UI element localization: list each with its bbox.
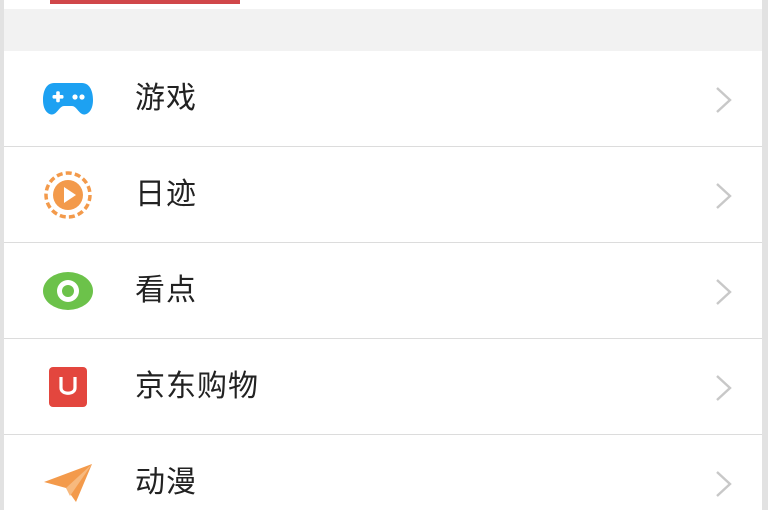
- menu-item-daily-trace[interactable]: 日迹: [4, 147, 762, 243]
- chevron-right-icon: [716, 183, 732, 209]
- menu-item-label: 游戏: [135, 81, 197, 116]
- right-edge: [762, 0, 768, 510]
- menu-item-label: 日迹: [135, 177, 197, 212]
- menu-item-label: 看点: [135, 273, 197, 308]
- chevron-right-icon: [716, 471, 732, 497]
- paper-plane-icon: [42, 459, 94, 507]
- menu-item-label: 京东购物: [135, 369, 259, 404]
- section-gap: [4, 9, 762, 51]
- jd-shopping-bag-icon: [42, 363, 94, 411]
- chevron-right-icon: [716, 87, 732, 113]
- feature-menu: 游戏 日迹 看点 京东购物 动漫: [4, 51, 762, 510]
- menu-item-highlights[interactable]: 看点: [4, 243, 762, 339]
- menu-item-jd-shopping[interactable]: 京东购物: [4, 339, 762, 435]
- eye-icon: [42, 267, 94, 315]
- menu-item-anime[interactable]: 动漫: [4, 435, 762, 510]
- top-panel: [4, 0, 762, 9]
- top-accent-bar: [50, 0, 240, 4]
- menu-item-label: 动漫: [135, 465, 197, 500]
- chevron-right-icon: [716, 375, 732, 401]
- play-circle-icon: [42, 171, 94, 219]
- menu-item-games[interactable]: 游戏: [4, 51, 762, 147]
- gamepad-icon: [42, 75, 94, 123]
- settings-screen: 游戏 日迹 看点 京东购物 动漫: [0, 0, 768, 510]
- chevron-right-icon: [716, 279, 732, 305]
